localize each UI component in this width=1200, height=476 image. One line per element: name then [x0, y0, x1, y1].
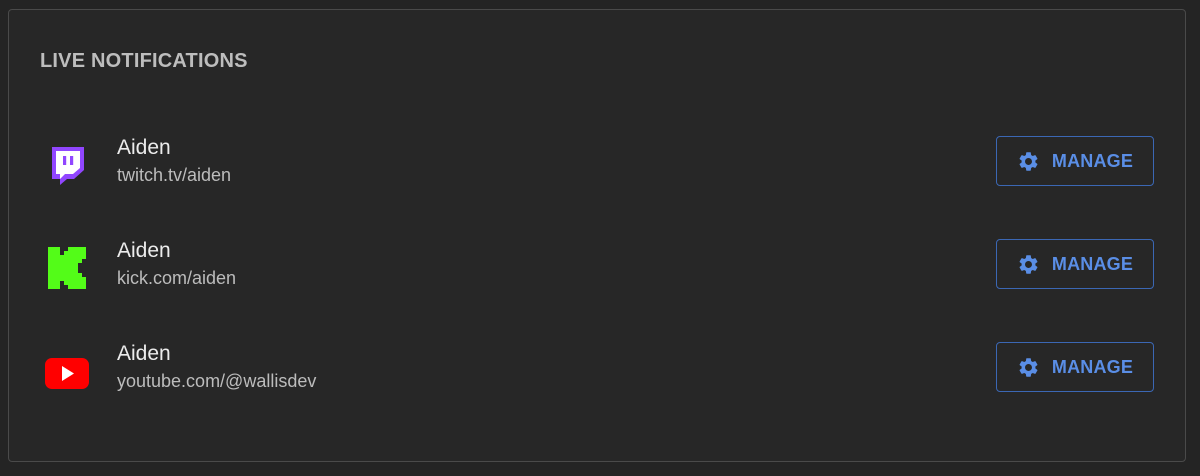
gear-icon [1019, 254, 1038, 274]
manage-button-youtube[interactable]: MANAGE [996, 342, 1154, 392]
kick-icon [45, 246, 89, 290]
live-notifications-panel: LIVE NOTIFICATIONS Aiden twitch.tv/aiden… [8, 9, 1186, 462]
account-url: youtube.com/@wallisdev [117, 371, 317, 391]
twitch-icon [45, 143, 89, 187]
list-item-twitch: Aiden twitch.tv/aiden MANAGE [9, 136, 1185, 188]
manage-button-label: MANAGE [1051, 150, 1134, 171]
list-item-kick: Aiden kick.com/aiden MANAGE [9, 239, 1185, 291]
manage-button-label: MANAGE [1051, 356, 1134, 377]
gear-icon [1019, 151, 1038, 171]
list-item-youtube: Aiden youtube.com/@wallisdev MANAGE [9, 342, 1185, 394]
youtube-icon [45, 349, 89, 393]
manage-button-label: MANAGE [1051, 253, 1134, 274]
gear-icon [1019, 357, 1038, 377]
manage-button-twitch[interactable]: MANAGE [996, 136, 1154, 186]
account-name: Aiden [117, 239, 171, 262]
account-name: Aiden [117, 136, 171, 159]
manage-button-kick[interactable]: MANAGE [996, 239, 1154, 289]
section-title: LIVE NOTIFICATIONS [40, 50, 248, 72]
account-url: twitch.tv/aiden [117, 165, 232, 185]
account-url: kick.com/aiden [117, 268, 237, 288]
account-name: Aiden [117, 342, 171, 365]
